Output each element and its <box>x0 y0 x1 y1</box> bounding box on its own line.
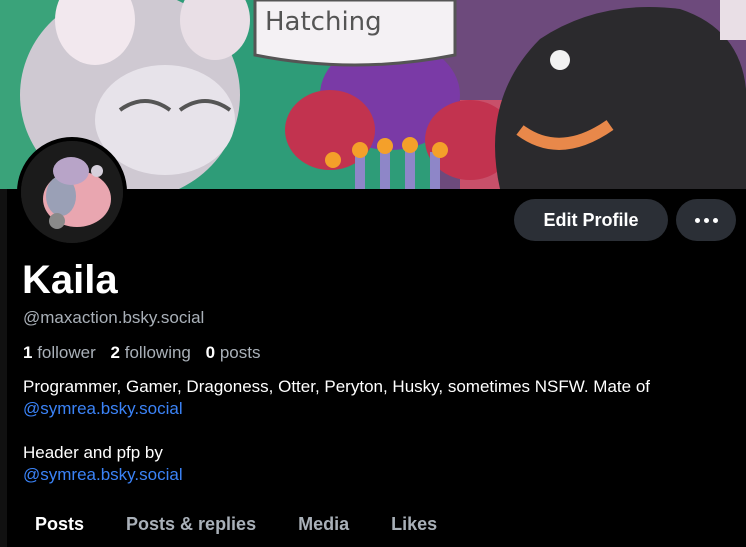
posts-stat: 0 posts <box>206 343 261 362</box>
posts-label: posts <box>219 343 261 362</box>
posts-count: 0 <box>205 343 216 362</box>
tab-posts-and-replies[interactable]: Posts & replies <box>105 508 277 547</box>
tab-media[interactable]: Media <box>277 508 370 547</box>
avatar-image <box>21 141 123 243</box>
following-count: 2 <box>110 343 120 362</box>
bio-line-1: Programmer, Gamer, Dragoness, Otter, Per… <box>23 377 650 396</box>
more-horizontal-icon <box>693 217 720 223</box>
tab-posts[interactable]: Posts <box>14 508 105 547</box>
following-label: following <box>124 343 191 362</box>
profile-handle: @maxaction.bsky.social <box>23 308 205 327</box>
bio-mention-link-1[interactable]: @symrea.bsky.social <box>23 399 183 418</box>
followers-label: follower <box>37 343 96 362</box>
edit-profile-button[interactable]: Edit Profile <box>514 199 668 241</box>
profile-display-name: Kaila <box>22 258 118 302</box>
followers-stat[interactable]: 1 follower <box>23 343 96 362</box>
profile-stats: 1 follower 2 following 0 posts <box>23 343 270 363</box>
profile-bio: Programmer, Gamer, Dragoness, Otter, Per… <box>23 376 738 486</box>
profile-tabs: Posts Posts & replies Media Likes <box>14 508 458 547</box>
bio-mention-link-2[interactable]: @symrea.bsky.social <box>23 465 183 484</box>
bio-line-2: Header and pfp by <box>23 443 163 462</box>
banner-edge <box>0 189 7 547</box>
followers-count: 1 <box>23 343 33 362</box>
avatar[interactable] <box>17 137 127 247</box>
more-options-button[interactable] <box>676 199 736 241</box>
following-stat[interactable]: 2 following <box>111 343 191 362</box>
tab-likes[interactable]: Likes <box>370 508 458 547</box>
svg-text:Hatching: Hatching <box>265 7 382 37</box>
